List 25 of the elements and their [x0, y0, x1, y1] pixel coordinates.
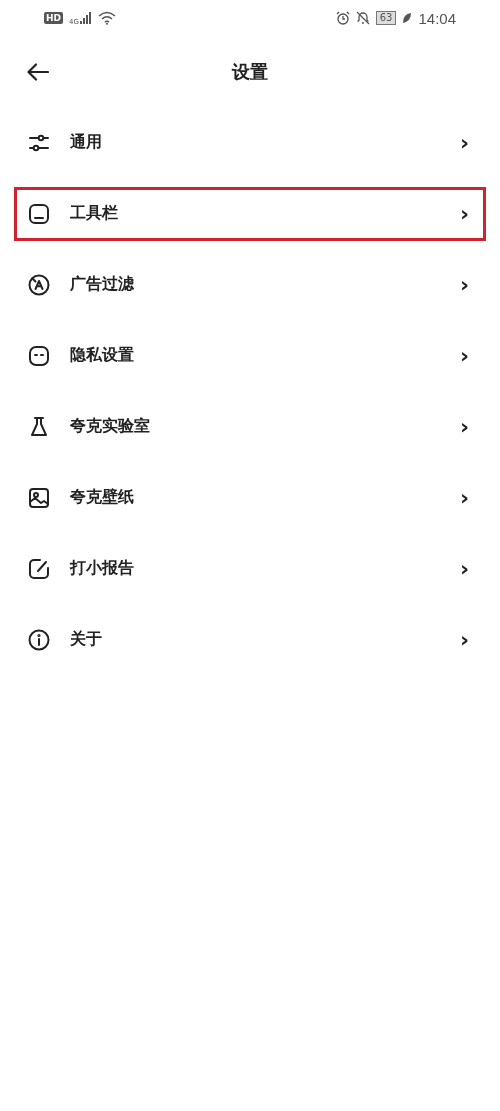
toolbar-icon — [28, 202, 50, 225]
wifi-icon — [97, 11, 116, 25]
alarm-icon — [335, 11, 350, 25]
back-arrow-icon[interactable] — [27, 63, 49, 81]
image-icon — [28, 486, 50, 509]
settings-item[interactable]: 隐私设置 › — [14, 328, 486, 383]
edit-icon — [28, 557, 50, 580]
settings-item[interactable]: 工具栏 › — [14, 186, 486, 241]
settings-item[interactable]: 打小报告 › — [14, 541, 486, 596]
clock-time: 14:04 — [418, 9, 456, 27]
muted-bell-icon — [355, 11, 370, 25]
signal-icon — [79, 12, 92, 24]
hd-badge: HD — [44, 12, 63, 24]
ad-block-icon — [28, 273, 50, 296]
settings-item[interactable]: 关于 › — [14, 612, 486, 667]
settings-item[interactable]: 通用 › — [14, 115, 486, 170]
settings-item[interactable]: 夸克实验室 › — [14, 399, 486, 454]
settings-item[interactable]: 广告过滤 › — [14, 257, 486, 312]
flask-icon — [28, 415, 50, 438]
battery-level: 63 — [375, 11, 397, 25]
settings-item[interactable]: 夸克壁纸 › — [14, 470, 486, 525]
leaf-icon — [402, 12, 413, 24]
page-title: 设置 — [232, 59, 268, 84]
info-icon — [28, 628, 50, 651]
face-icon — [28, 344, 50, 367]
